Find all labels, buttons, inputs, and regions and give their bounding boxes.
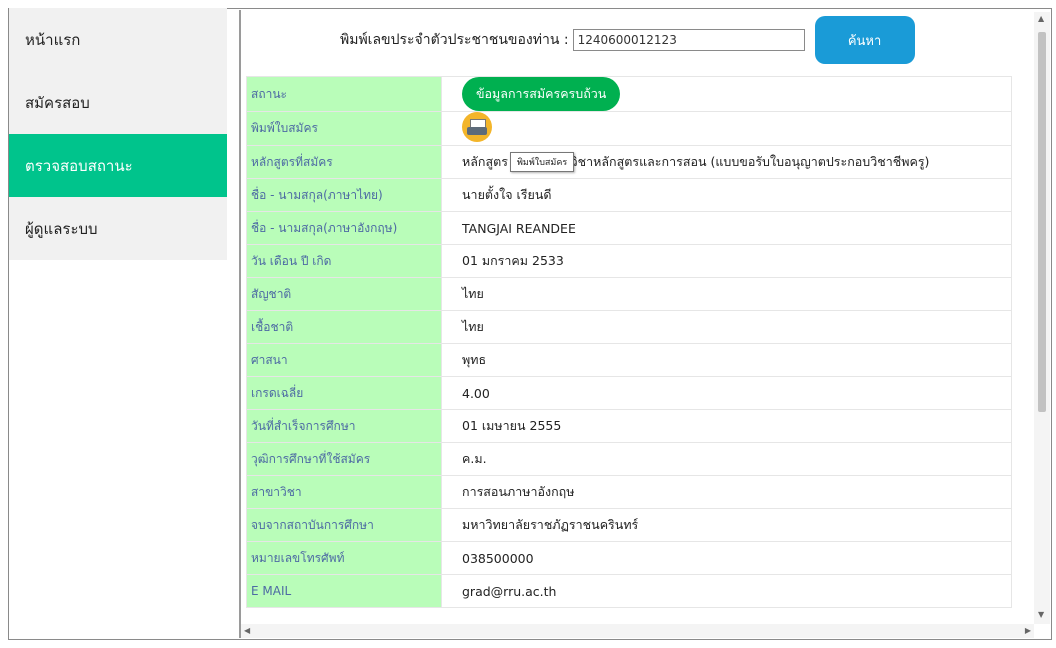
row-label: หลักสูตรที่สมัคร <box>246 145 442 179</box>
search-button[interactable]: ค้นหา <box>814 16 915 64</box>
table-row: เชื้อชาติ ไทย <box>246 310 1012 344</box>
row-value <box>441 111 1012 146</box>
row-label: E MAIL <box>246 574 442 608</box>
table-row: หมายเลขโทรศัพท์ 038500000 <box>246 541 1012 575</box>
row-label: จบจากสถาบันการศึกษา <box>246 508 442 542</box>
row-label: ชื่อ - นามสกุล(ภาษาไทย) <box>246 178 442 212</box>
table-row: ศาสนา พุทธ <box>246 343 1012 377</box>
sidebar-item-admin[interactable]: ผู้ดูแลระบบ <box>9 197 227 260</box>
row-value: ข้อมูลการสมัครครบถ้วน <box>441 76 1012 112</box>
table-row: ชื่อ - นามสกุล(ภาษาไทย) นายตั้งใจ เรียนด… <box>246 178 1012 212</box>
table-row: สาขาวิชา การสอนภาษาอังกฤษ <box>246 475 1012 509</box>
table-row: หลักสูตรที่สมัคร หลักสูตร ค.ม. สาขาวิชาห… <box>246 145 1012 179</box>
row-label: สาขาวิชา <box>246 475 442 509</box>
row-value: ค.ม. <box>441 442 1012 476</box>
row-value: การสอนภาษาอังกฤษ <box>441 475 1012 509</box>
table-row: สัญชาติ ไทย <box>246 277 1012 311</box>
row-value: ไทย <box>441 277 1012 311</box>
horizontal-scrollbar[interactable]: ◀ ▶ <box>241 624 1034 638</box>
scrollbar-thumb[interactable] <box>1038 32 1046 412</box>
row-label: วัน เดือน ปี เกิด <box>246 244 442 278</box>
table-row: E MAIL grad@rru.ac.th <box>246 574 1012 608</box>
row-value: grad@rru.ac.th <box>441 574 1012 608</box>
search-label: พิมพ์เลขประจำตัวประชาชนของท่าน : <box>340 32 569 48</box>
status-table-container: สถานะ ข้อมูลการสมัครครบถ้วน พิมพ์ใบสมัคร… <box>246 76 1014 624</box>
sidebar: หน้าแรก สมัครสอบ ตรวจสอบสถานะ ผู้ดูแลระบ… <box>9 8 227 260</box>
sidebar-item-check-status[interactable]: ตรวจสอบสถานะ <box>9 134 227 197</box>
printer-icon[interactable] <box>462 112 492 142</box>
sidebar-item-home[interactable]: หน้าแรก <box>9 8 227 71</box>
row-value: 01 มกราคม 2533 <box>441 244 1012 278</box>
row-label: สถานะ <box>246 76 442 112</box>
divider <box>239 10 241 638</box>
table-row: วุฒิการศึกษาที่ใช้สมัคร ค.ม. <box>246 442 1012 476</box>
row-value: 4.00 <box>441 376 1012 410</box>
row-value: มหาวิทยาลัยราชภัฏราชนครินทร์ <box>441 508 1012 542</box>
row-value: 038500000 <box>441 541 1012 575</box>
row-label: พิมพ์ใบสมัคร <box>246 111 442 146</box>
row-value: นายตั้งใจ เรียนดี <box>441 178 1012 212</box>
table-row: ชื่อ - นามสกุล(ภาษาอังกฤษ) TANGJAI REAND… <box>246 211 1012 245</box>
row-label: วันที่สำเร็จการศึกษา <box>246 409 442 443</box>
row-value: 01 เมษายน 2555 <box>441 409 1012 443</box>
scroll-left-icon[interactable]: ◀ <box>244 626 250 635</box>
row-value: TANGJAI REANDEE <box>441 211 1012 245</box>
table-row: เกรดเฉลี่ย 4.00 <box>246 376 1012 410</box>
status-table: สถานะ ข้อมูลการสมัครครบถ้วน พิมพ์ใบสมัคร… <box>246 76 1012 608</box>
table-row: วันที่สำเร็จการศึกษา 01 เมษายน 2555 <box>246 409 1012 443</box>
row-label: วุฒิการศึกษาที่ใช้สมัคร <box>246 442 442 476</box>
row-label: สัญชาติ <box>246 277 442 311</box>
row-label: เชื้อชาติ <box>246 310 442 344</box>
scroll-up-icon[interactable]: ▲ <box>1038 14 1044 23</box>
search-bar: พิมพ์เลขประจำตัวประชาชนของท่าน : ค้นหา <box>340 16 915 64</box>
scroll-right-icon[interactable]: ▶ <box>1025 626 1031 635</box>
row-value: พุทธ <box>441 343 1012 377</box>
vertical-scrollbar[interactable]: ▲ ▼ <box>1034 12 1050 624</box>
table-row: วัน เดือน ปี เกิด 01 มกราคม 2533 <box>246 244 1012 278</box>
print-tooltip: พิมพ์ใบสมัคร <box>510 152 575 172</box>
row-label: หมายเลขโทรศัพท์ <box>246 541 442 575</box>
table-row: สถานะ ข้อมูลการสมัครครบถ้วน <box>246 76 1012 112</box>
scroll-down-icon[interactable]: ▼ <box>1038 610 1044 619</box>
row-label: ชื่อ - นามสกุล(ภาษาอังกฤษ) <box>246 211 442 245</box>
status-badge: ข้อมูลการสมัครครบถ้วน <box>462 77 621 111</box>
table-row: จบจากสถาบันการศึกษา มหาวิทยาลัยราชภัฏราช… <box>246 508 1012 542</box>
row-label: ศาสนา <box>246 343 442 377</box>
search-input[interactable] <box>572 29 805 51</box>
table-row: พิมพ์ใบสมัคร <box>246 111 1012 146</box>
row-label: เกรดเฉลี่ย <box>246 376 442 410</box>
row-value: ไทย <box>441 310 1012 344</box>
sidebar-item-apply[interactable]: สมัครสอบ <box>9 71 227 134</box>
